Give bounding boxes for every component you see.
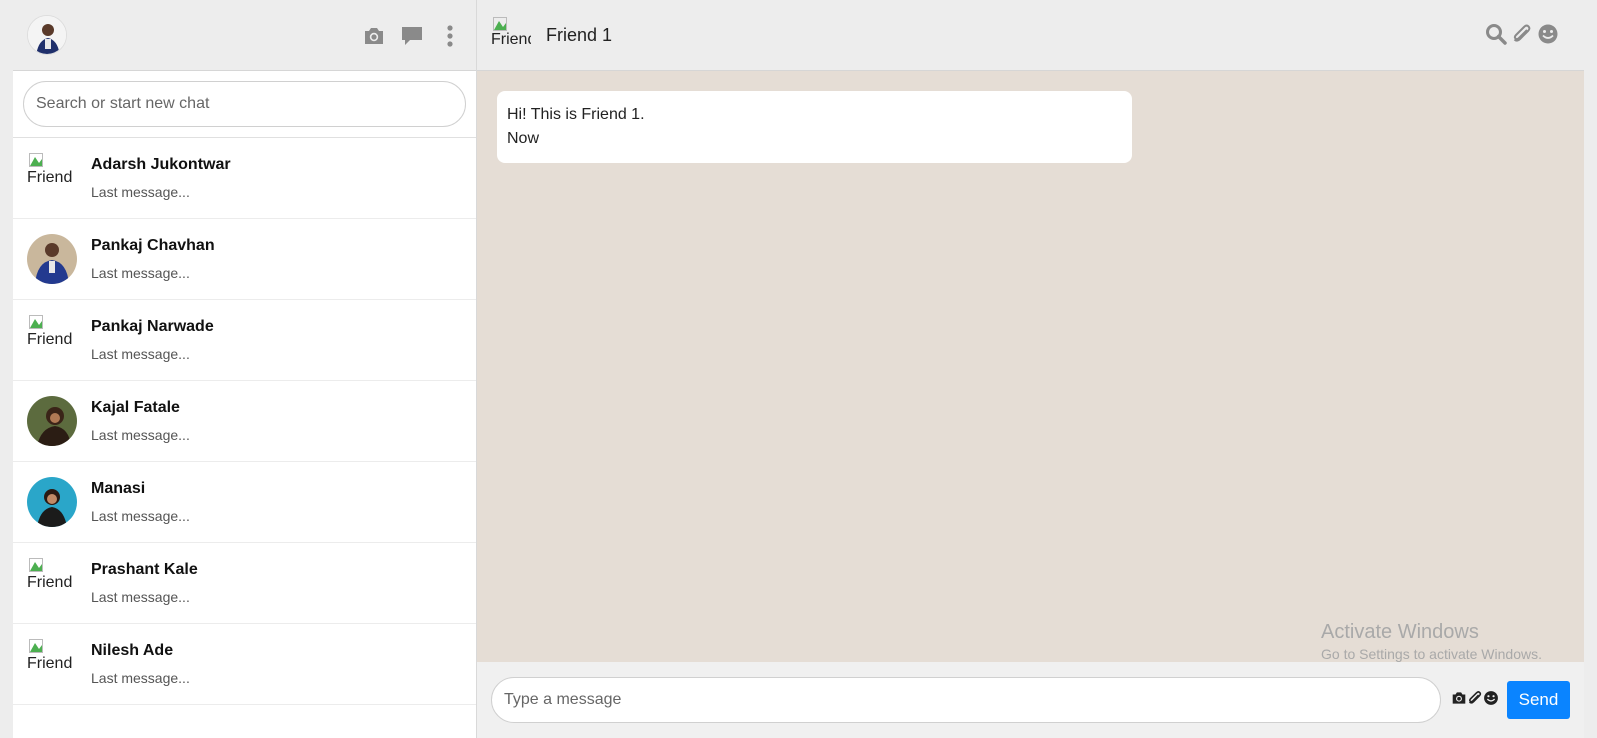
sidebar-header bbox=[13, 0, 476, 71]
composer-actions bbox=[1451, 690, 1499, 711]
contact-avatar: Friend bbox=[27, 558, 77, 608]
contact-name: Nilesh Ade bbox=[91, 642, 174, 659]
contact-avatar bbox=[27, 477, 77, 527]
smiley-icon[interactable] bbox=[1483, 690, 1499, 711]
search-icon[interactable] bbox=[1484, 22, 1508, 46]
contact-name: Adarsh Jukontwar bbox=[91, 156, 231, 173]
send-button[interactable]: Send bbox=[1507, 681, 1570, 719]
friend-name: Friend 1 bbox=[546, 24, 613, 45]
chat-list-item[interactable]: Pankaj Chavhan Last message... bbox=[13, 219, 476, 300]
avatar-alt-text: Friend bbox=[27, 574, 73, 591]
chat-list-item[interactable]: Friend Adarsh Jukontwar Last message... bbox=[13, 138, 476, 219]
contact-avatar bbox=[27, 234, 77, 284]
avatar-alt-text: Friend bbox=[27, 169, 73, 186]
last-message: Last message... bbox=[91, 346, 190, 362]
conversation-panel: Friend Friend 1 Hi! This is Friend 1. No… bbox=[477, 0, 1584, 738]
contact-avatar: Friend bbox=[27, 153, 77, 203]
message-input[interactable] bbox=[491, 677, 1441, 723]
contact-avatar bbox=[27, 396, 77, 446]
paperclip-icon[interactable] bbox=[1467, 690, 1483, 711]
windows-activation-watermark: Activate Windows Go to Settings to activ… bbox=[1321, 621, 1542, 662]
last-message: Last message... bbox=[91, 184, 190, 200]
sidebar: Friend Adarsh Jukontwar Last message... … bbox=[13, 0, 477, 738]
contact-name: Kajal Fatale bbox=[91, 399, 180, 416]
contact-name: Pankaj Narwade bbox=[91, 318, 214, 335]
search-input[interactable] bbox=[23, 81, 466, 127]
message-bubble: Hi! This is Friend 1. Now bbox=[497, 91, 1132, 163]
sidebar-header-actions bbox=[362, 24, 462, 48]
chat-list: Friend Adarsh Jukontwar Last message... … bbox=[13, 138, 476, 738]
last-message: Last message... bbox=[91, 265, 190, 281]
broken-image-icon bbox=[29, 639, 43, 653]
broken-image-icon bbox=[493, 17, 507, 31]
message-composer: Send bbox=[477, 662, 1584, 738]
last-message: Last message... bbox=[91, 670, 190, 686]
camera-icon[interactable] bbox=[362, 24, 386, 48]
chat-list-item[interactable]: Friend Nilesh Ade Last message... bbox=[13, 624, 476, 705]
avatar-alt-text: Friend bbox=[27, 655, 73, 672]
contact-name: Manasi bbox=[91, 480, 146, 497]
watermark-subtitle: Go to Settings to activate Windows. bbox=[1321, 646, 1542, 662]
chat-list-item[interactable]: Kajal Fatale Last message... bbox=[13, 381, 476, 462]
chat-icon[interactable] bbox=[400, 24, 424, 48]
menu-icon[interactable] bbox=[438, 24, 462, 48]
user-avatar[interactable] bbox=[27, 15, 67, 55]
message-text: Hi! This is Friend 1. bbox=[507, 106, 645, 123]
chat-list-item[interactable]: Manasi Last message... bbox=[13, 462, 476, 543]
chat-list-item[interactable]: Friend Prashant Kale Last message... bbox=[13, 543, 476, 624]
smiley-icon[interactable] bbox=[1536, 22, 1560, 46]
search-bar bbox=[13, 71, 476, 138]
message-time: Now bbox=[507, 130, 540, 147]
message-area: Hi! This is Friend 1. Now Activate Windo… bbox=[477, 71, 1584, 662]
broken-image-icon bbox=[29, 558, 43, 572]
contact-avatar: Friend bbox=[27, 639, 77, 689]
contact-name: Pankaj Chavhan bbox=[91, 237, 215, 254]
contact-name: Prashant Kale bbox=[91, 561, 198, 578]
chat-app: Friend Adarsh Jukontwar Last message... … bbox=[13, 0, 1584, 738]
last-message: Last message... bbox=[91, 589, 190, 605]
avatar-alt-text: Friend bbox=[27, 331, 73, 348]
paperclip-icon[interactable] bbox=[1510, 22, 1534, 46]
friend-avatar[interactable]: Friend bbox=[491, 15, 531, 55]
last-message: Last message... bbox=[91, 427, 190, 443]
camera-icon[interactable] bbox=[1451, 691, 1467, 710]
conversation-header: Friend Friend 1 bbox=[477, 0, 1584, 71]
conversation-actions bbox=[1484, 22, 1560, 46]
last-message: Last message... bbox=[91, 508, 190, 524]
watermark-title: Activate Windows bbox=[1321, 621, 1479, 643]
broken-image-icon bbox=[29, 315, 43, 329]
chat-list-item[interactable]: Friend Pankaj Narwade Last message... bbox=[13, 300, 476, 381]
avatar-alt-text: Friend bbox=[491, 31, 531, 48]
contact-avatar: Friend bbox=[27, 315, 77, 365]
broken-image-icon bbox=[29, 153, 43, 167]
